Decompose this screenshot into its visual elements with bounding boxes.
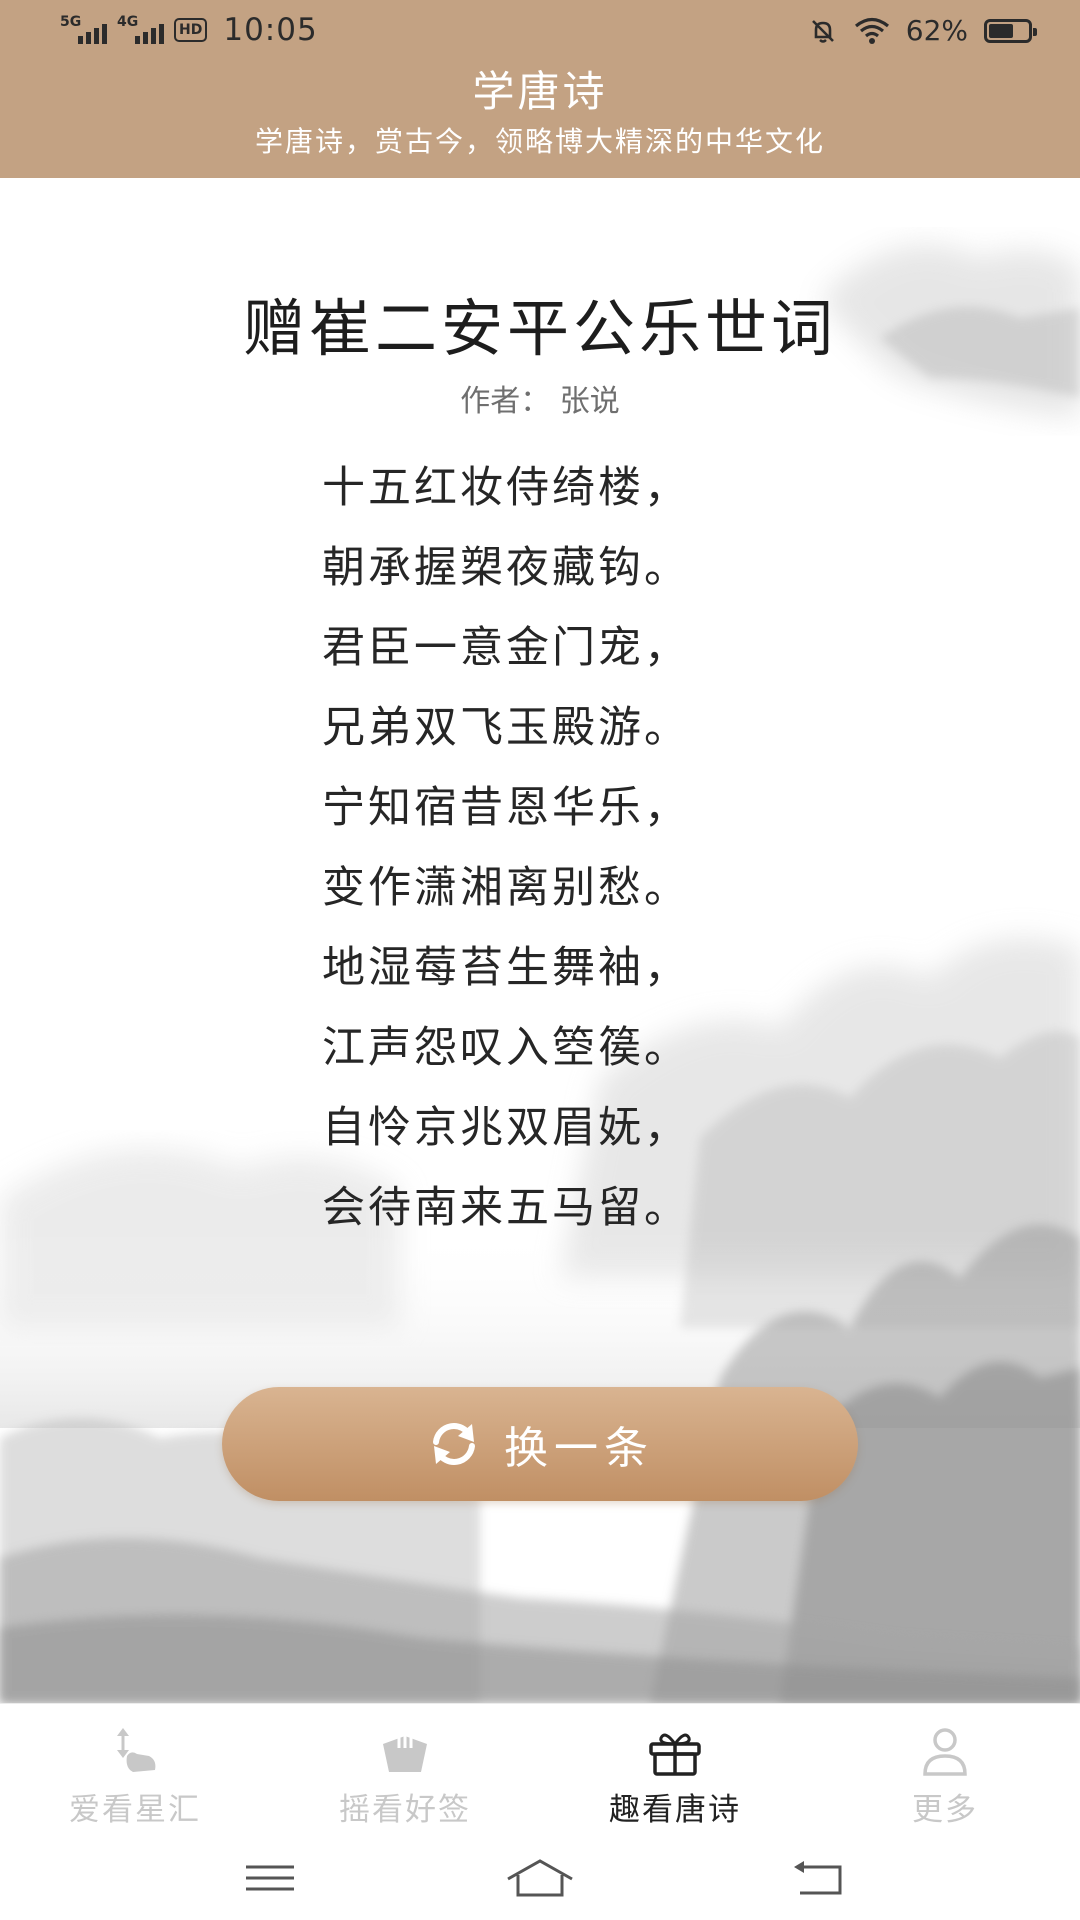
app-header: 5G 4G HD 10:05 62% 学唐诗 学唐诗，赏古今，领略博大精深的中华… xyxy=(0,0,1080,178)
page-title: 学唐诗 xyxy=(472,67,608,116)
poem-author: 作者： 张说 xyxy=(460,384,620,419)
poem-title: 赠崔二安平公乐世词 xyxy=(242,292,837,365)
poem-card: 赠崔二安平公乐世词 作者： 张说 十五红妆侍绮楼， 朝承握槊夜藏钩。 君臣一意金… xyxy=(0,178,1080,1703)
tab-label: 趣看唐诗 xyxy=(609,1792,741,1828)
tab-fortune[interactable]: 摇看好签 xyxy=(270,1704,540,1836)
menu-icon[interactable] xyxy=(230,1853,310,1903)
page-subtitle: 学唐诗，赏古今，领略博大精深的中华文化 xyxy=(254,125,825,158)
refresh-icon xyxy=(433,1423,475,1465)
status-left: 5G 4G HD 10:05 xyxy=(60,12,318,48)
tab-more[interactable]: 更多 xyxy=(810,1704,1080,1836)
user-icon xyxy=(923,1728,967,1776)
status-bar: 5G 4G HD 10:05 62% xyxy=(0,0,1080,66)
wifi-icon xyxy=(854,17,889,44)
hand-swipe-icon xyxy=(117,1728,156,1772)
refresh-poem-button[interactable]: 换一条 xyxy=(222,1387,858,1501)
poem-line-9: 自怜京兆双眉妩， xyxy=(322,1103,690,1153)
gift-box-icon xyxy=(649,1733,701,1776)
battery-percent: 62% xyxy=(905,14,968,47)
tab-label: 爱看星汇 xyxy=(69,1792,201,1828)
hd-voice-icon: HD xyxy=(174,18,208,42)
tab-tang-poems[interactable]: 趣看唐诗 xyxy=(540,1704,810,1836)
tab-label: 摇看好签 xyxy=(339,1792,471,1828)
poem-line-6: 变作潇湘离别愁。 xyxy=(322,863,690,913)
tab-label: 更多 xyxy=(912,1792,978,1828)
bottom-tab-bar: 爱看星汇 摇看好签 趣看唐诗 更多 xyxy=(0,1703,1080,1836)
signal-5g-icon: 5G xyxy=(60,14,107,44)
status-right: 62% xyxy=(808,14,1037,47)
poem-line-5: 宁知宿昔恩华乐， xyxy=(322,783,690,833)
poem-line-4: 兄弟双飞玉殿游。 xyxy=(322,703,690,753)
status-time: 10:05 xyxy=(223,12,318,48)
battery-icon xyxy=(984,18,1037,43)
signal-4g-icon: 4G xyxy=(117,14,164,44)
battery-level-fill xyxy=(989,23,1013,38)
poem-line-3: 君臣一意金门宠， xyxy=(322,623,690,673)
fortune-sticks-icon xyxy=(383,1728,427,1772)
poem-line-10: 会待南来五马留。 xyxy=(322,1183,690,1233)
tab-star-collection[interactable]: 爱看星汇 xyxy=(0,1704,270,1836)
poem-line-2: 朝承握槊夜藏钩。 xyxy=(322,543,690,593)
poem-line-7: 地湿莓苔生舞袖， xyxy=(322,943,690,993)
notifications-off-icon xyxy=(811,19,834,43)
refresh-button-label: 换一条 xyxy=(504,1423,654,1474)
poem-line-1: 十五红妆侍绮楼， xyxy=(322,463,690,513)
poem-line-8: 江声怨叹入箜篌。 xyxy=(322,1023,690,1073)
home-icon[interactable] xyxy=(500,1853,580,1903)
system-navigation-bar xyxy=(0,1835,1080,1920)
poem-body: 十五红妆侍绮楼， 朝承握槊夜藏钩。 君臣一意金门宠， 兄弟双飞玉殿游。 宁知宿昔… xyxy=(322,448,822,1248)
back-icon[interactable] xyxy=(780,1853,860,1903)
